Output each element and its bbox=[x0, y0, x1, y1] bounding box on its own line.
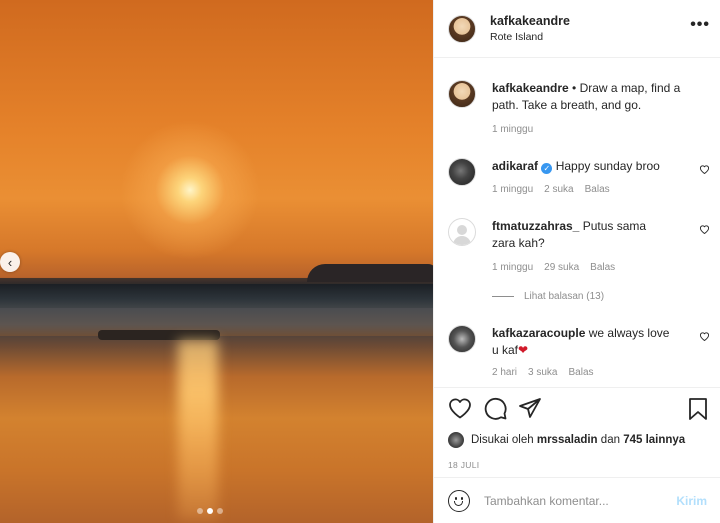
heart-icon[interactable] bbox=[448, 397, 472, 419]
likes-user[interactable]: mrssaladin bbox=[537, 434, 598, 446]
caption-time[interactable]: 1 minggu bbox=[492, 124, 533, 135]
comment-username[interactable]: kafkazaracouple bbox=[492, 326, 585, 340]
sun bbox=[120, 120, 260, 260]
carousel-dot bbox=[197, 508, 203, 514]
header-text: kafkakeandre Rote Island bbox=[490, 14, 570, 43]
verified-icon: ✓ bbox=[541, 163, 553, 174]
wave bbox=[0, 284, 433, 308]
rock bbox=[98, 330, 220, 340]
sun-reflection bbox=[178, 340, 218, 520]
view-replies-label: Lihat balasan (13) bbox=[524, 291, 605, 302]
post-date[interactable]: 18 JULI bbox=[448, 460, 479, 470]
comment-text: ftmatuzzahras_ Putus sama zara kah? bbox=[492, 218, 672, 252]
avatar[interactable] bbox=[448, 14, 476, 43]
comment-icon[interactable] bbox=[484, 397, 508, 421]
caption-meta: 1 minggu bbox=[492, 124, 533, 135]
avatar[interactable] bbox=[448, 325, 476, 353]
caption-text: kafkakeandre • Draw a map, find a path. … bbox=[492, 80, 697, 114]
likes-count[interactable]: 745 lainnya bbox=[623, 434, 685, 446]
divider bbox=[492, 296, 514, 297]
comments-section[interactable]: kafkakeandre • Draw a map, find a path. … bbox=[434, 58, 720, 388]
post-button[interactable]: Kirim bbox=[676, 494, 707, 508]
caption-separator: • bbox=[568, 81, 580, 95]
comment-meta: 1 minggu 2 suka Balas bbox=[492, 184, 610, 195]
emoji-mouth bbox=[454, 500, 463, 506]
avatar bbox=[448, 432, 464, 448]
comment-likes[interactable]: 2 suka bbox=[544, 184, 573, 195]
view-replies-button[interactable]: Lihat balasan (13) bbox=[492, 291, 604, 302]
heart-icon[interactable] bbox=[699, 164, 710, 174]
add-comment-bar: Kirim bbox=[434, 477, 720, 523]
post-header: kafkakeandre Rote Island ••• bbox=[434, 0, 720, 58]
comment-content: Happy sunday broo bbox=[555, 159, 660, 173]
comment-text: kafkazaracouple we always love u kaf❤ bbox=[492, 325, 677, 359]
likes-prefix: Disukai oleh bbox=[471, 434, 534, 446]
comment-text: adikaraf ✓ Happy sunday broo bbox=[492, 158, 697, 175]
share-icon[interactable] bbox=[518, 397, 542, 419]
likes-summary[interactable]: Disukai oleh mrssaladin dan 745 lainnya bbox=[448, 432, 685, 448]
red-heart-emoji: ❤ bbox=[518, 343, 529, 357]
comment-likes[interactable]: 3 suka bbox=[528, 367, 557, 378]
comment-meta: 1 minggu 29 suka Balas bbox=[492, 262, 615, 273]
caption-username[interactable]: kafkakeandre bbox=[492, 81, 569, 95]
post-panel: kafkakeandre Rote Island ••• kafkakeandr… bbox=[433, 0, 720, 523]
comment-meta: 2 hari 3 suka Balas bbox=[492, 367, 594, 378]
username-link[interactable]: kafkakeandre bbox=[490, 14, 570, 28]
comment-username[interactable]: adikaraf bbox=[492, 159, 538, 173]
more-icon[interactable]: ••• bbox=[690, 16, 710, 34]
action-bar bbox=[446, 397, 708, 425]
comment-time[interactable]: 1 minggu bbox=[492, 184, 533, 195]
avatar[interactable] bbox=[448, 80, 476, 108]
comment-likes[interactable]: 29 suka bbox=[544, 262, 579, 273]
bookmark-icon[interactable] bbox=[688, 397, 708, 421]
comment-time[interactable]: 1 minggu bbox=[492, 262, 533, 273]
comment-input[interactable] bbox=[484, 493, 669, 508]
avatar[interactable] bbox=[448, 158, 476, 186]
island-silhouette bbox=[307, 264, 433, 282]
emoji-icon[interactable] bbox=[448, 489, 470, 512]
comment-time[interactable]: 2 hari bbox=[492, 367, 517, 378]
post-photo[interactable]: ‹ bbox=[0, 0, 433, 523]
reply-button[interactable]: Balas bbox=[568, 367, 593, 378]
carousel-indicator bbox=[197, 508, 223, 514]
heart-icon[interactable] bbox=[699, 331, 710, 341]
carousel-dot-active bbox=[207, 508, 213, 514]
heart-icon[interactable] bbox=[699, 224, 710, 234]
likes-middle: dan bbox=[600, 434, 620, 446]
avatar[interactable] bbox=[448, 218, 476, 246]
reply-button[interactable]: Balas bbox=[590, 262, 615, 273]
chevron-left-icon[interactable]: ‹ bbox=[0, 252, 20, 272]
location-link[interactable]: Rote Island bbox=[490, 31, 570, 43]
carousel-dot bbox=[217, 508, 223, 514]
reply-button[interactable]: Balas bbox=[585, 184, 610, 195]
comment-username[interactable]: ftmatuzzahras_ bbox=[492, 219, 579, 233]
